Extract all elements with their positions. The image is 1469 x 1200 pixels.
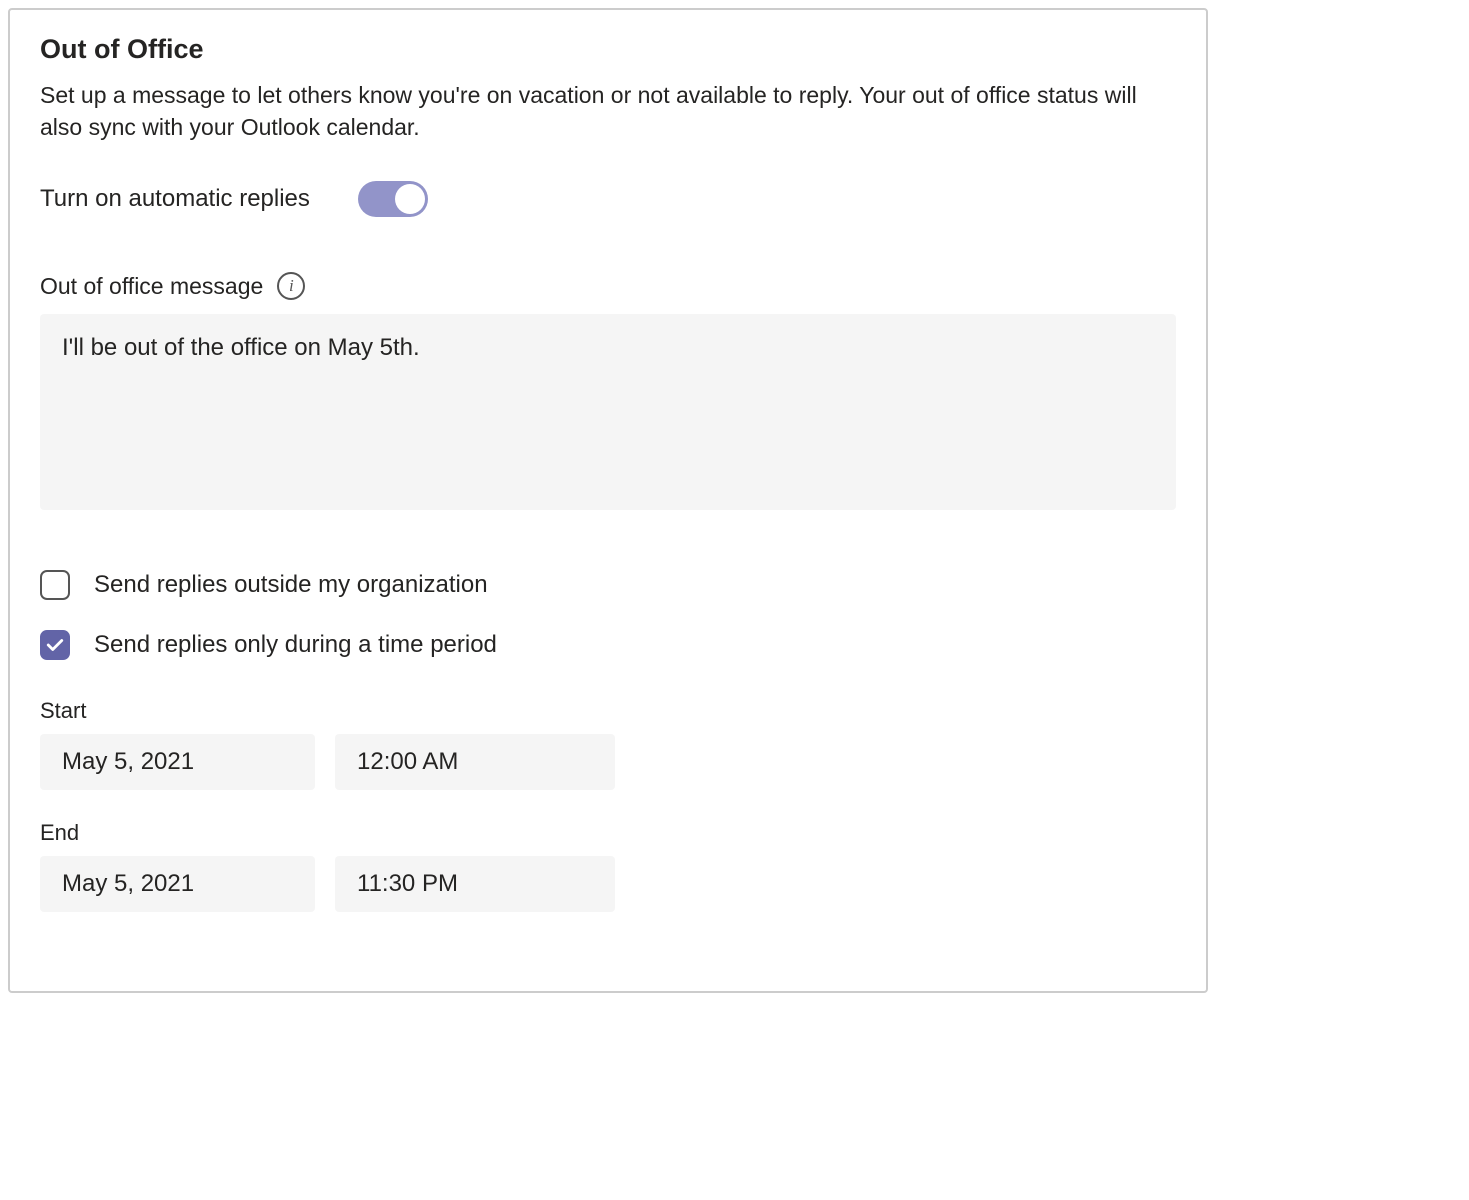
outside-org-checkbox[interactable] <box>40 570 70 600</box>
outside-org-checkbox-row: Send replies outside my organization <box>40 570 1176 600</box>
time-period-checkbox-row: Send replies only during a time period <box>40 630 1176 660</box>
dialog-title: Out of Office <box>40 34 1176 65</box>
check-icon <box>46 636 64 654</box>
start-time-picker[interactable]: 12:00 AM <box>335 734 615 790</box>
outside-org-label: Send replies outside my organization <box>94 571 488 599</box>
time-period-label: Send replies only during a time period <box>94 631 497 659</box>
start-row: May 5, 2021 12:00 AM <box>40 734 1176 790</box>
out-of-office-dialog: Out of Office Set up a message to let ot… <box>8 8 1208 993</box>
auto-replies-toggle-row: Turn on automatic replies <box>40 181 1176 217</box>
end-label: End <box>40 820 1176 846</box>
end-date-picker[interactable]: May 5, 2021 <box>40 856 315 912</box>
toggle-knob <box>395 184 425 214</box>
auto-replies-toggle[interactable] <box>358 181 428 217</box>
end-row: May 5, 2021 11:30 PM <box>40 856 1176 912</box>
end-time-picker[interactable]: 11:30 PM <box>335 856 615 912</box>
start-label: Start <box>40 698 1176 724</box>
message-label: Out of office message <box>40 273 263 300</box>
time-period-checkbox[interactable] <box>40 630 70 660</box>
info-icon[interactable]: i <box>277 272 305 300</box>
out-of-office-message-input[interactable] <box>40 314 1176 510</box>
message-label-row: Out of office message i <box>40 272 1176 300</box>
time-period-section: Start May 5, 2021 12:00 AM End May 5, 20… <box>40 698 1176 912</box>
auto-replies-label: Turn on automatic replies <box>40 185 310 213</box>
start-date-picker[interactable]: May 5, 2021 <box>40 734 315 790</box>
dialog-description: Set up a message to let others know you'… <box>40 79 1176 143</box>
